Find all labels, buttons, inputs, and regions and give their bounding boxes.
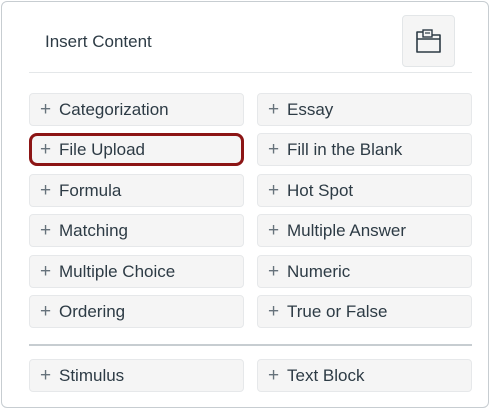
item-label: Multiple Answer bbox=[287, 220, 407, 240]
add-essay-button[interactable]: + Essay bbox=[257, 93, 472, 126]
item-label: Stimulus bbox=[59, 365, 125, 385]
add-multiple-answer-button[interactable]: + Multiple Answer bbox=[257, 214, 472, 247]
item-label: Matching bbox=[59, 220, 128, 240]
plus-icon: + bbox=[268, 301, 280, 322]
section-divider bbox=[29, 344, 472, 346]
plus-icon: + bbox=[40, 220, 52, 241]
plus-icon: + bbox=[268, 261, 280, 282]
item-label: Multiple Choice bbox=[59, 261, 176, 281]
item-label: Categorization bbox=[59, 99, 169, 119]
add-text-block-button[interactable]: + Text Block bbox=[257, 359, 472, 392]
panel-title: Insert Content bbox=[45, 32, 152, 51]
item-label: Text Block bbox=[287, 365, 365, 385]
header-divider bbox=[29, 72, 472, 73]
plus-icon: + bbox=[40, 99, 52, 120]
plus-icon: + bbox=[268, 365, 280, 386]
plus-icon: + bbox=[40, 139, 52, 160]
add-numeric-button[interactable]: + Numeric bbox=[257, 255, 472, 288]
plus-icon: + bbox=[268, 220, 280, 241]
add-hot-spot-button[interactable]: + Hot Spot bbox=[257, 174, 472, 207]
item-label: Numeric bbox=[287, 261, 351, 281]
folder-open-icon bbox=[415, 29, 441, 53]
item-label: Formula bbox=[59, 180, 122, 200]
add-matching-button[interactable]: + Matching bbox=[29, 214, 244, 247]
plus-icon: + bbox=[40, 365, 52, 386]
plus-icon: + bbox=[268, 139, 280, 160]
insert-content-panel: Insert Content + Categorization + Essay … bbox=[1, 1, 489, 408]
plus-icon: + bbox=[40, 180, 52, 201]
item-label: Hot Spot bbox=[287, 180, 354, 200]
add-fill-in-the-blank-button[interactable]: + Fill in the Blank bbox=[257, 133, 472, 166]
add-ordering-button[interactable]: + Ordering bbox=[29, 295, 244, 328]
plus-icon: + bbox=[268, 180, 280, 201]
add-file-upload-button[interactable]: + File Upload bbox=[29, 133, 244, 166]
plus-icon: + bbox=[40, 301, 52, 322]
add-multiple-choice-button[interactable]: + Multiple Choice bbox=[29, 255, 244, 288]
add-categorization-button[interactable]: + Categorization bbox=[29, 93, 244, 126]
item-label: Essay bbox=[287, 99, 334, 119]
plus-icon: + bbox=[268, 99, 280, 120]
add-formula-button[interactable]: + Formula bbox=[29, 174, 244, 207]
add-stimulus-button[interactable]: + Stimulus bbox=[29, 359, 244, 392]
item-label: True or False bbox=[287, 301, 388, 321]
item-label: File Upload bbox=[59, 139, 145, 159]
plus-icon: + bbox=[40, 261, 52, 282]
item-label: Fill in the Blank bbox=[287, 139, 403, 159]
add-true-or-false-button[interactable]: + True or False bbox=[257, 295, 472, 328]
open-folder-button[interactable] bbox=[402, 15, 455, 67]
item-label: Ordering bbox=[59, 301, 126, 321]
